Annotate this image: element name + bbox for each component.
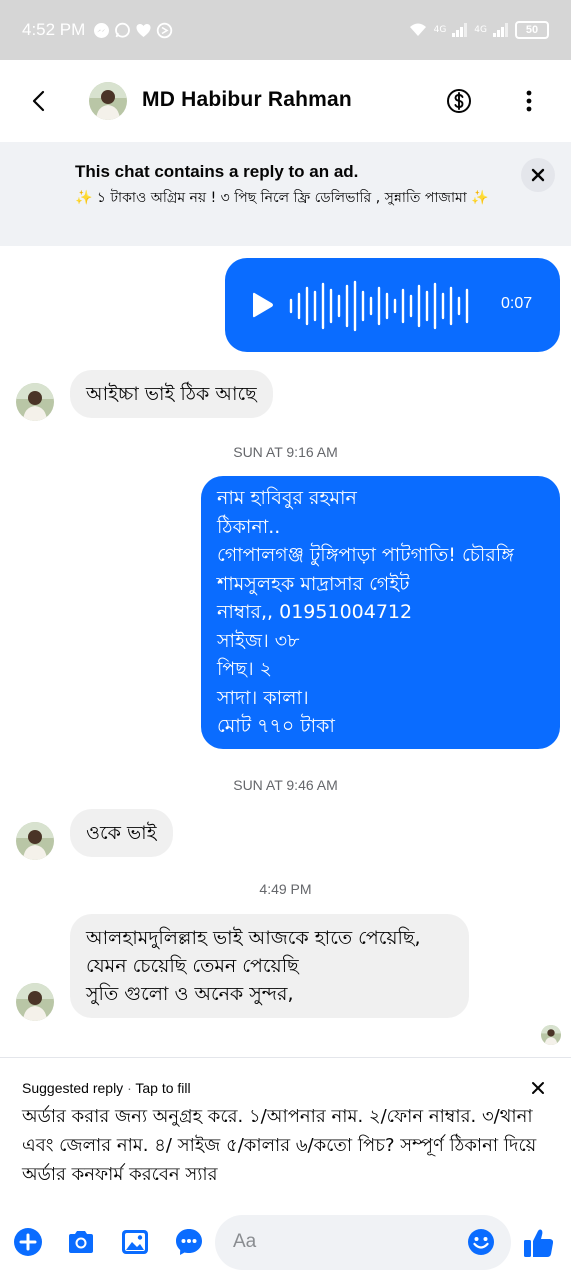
message-line: যেমন চেয়েছি তেমন পেয়েছি xyxy=(86,955,299,977)
messenger-icon xyxy=(93,22,110,39)
suggested-reply-label: Suggested reply xyxy=(22,1080,124,1096)
status-bar: 4:52 PM 4G 4G 50 xyxy=(0,0,571,60)
suggested-reply-text[interactable]: অর্ডার করার জন্য অনুগ্রহ করে. ১/আপনার না… xyxy=(22,1102,542,1189)
suggested-reply-panel[interactable]: Suggested reply · Tap to fill অর্ডার করা… xyxy=(0,1057,571,1200)
message-timestamp: SUN AT 9:16 AM xyxy=(233,444,338,460)
battery-indicator: 50 xyxy=(515,21,549,39)
voice-waveform xyxy=(289,280,469,332)
ad-banner-title: This chat contains a reply to an ad. xyxy=(75,162,359,181)
chat-header: MD Habibur Rahman xyxy=(0,60,571,142)
incoming-message[interactable]: আলহামদুলিল্লাহ ভাই আজকে হাতে পেয়েছি, যে… xyxy=(70,914,469,1018)
heart-shield-icon xyxy=(135,22,152,39)
chat-bubble-icon[interactable] xyxy=(174,1227,204,1257)
message-line: মোট ৭৭০ টাকা xyxy=(217,715,335,737)
message-line: গোপালগঞ্জ টুঙ্গিপাড়া পাটগাতি! চৌরঙ্গি xyxy=(217,544,514,566)
notification-icons xyxy=(93,22,173,39)
message-input[interactable]: Aa xyxy=(215,1215,511,1270)
more-vertical-icon[interactable] xyxy=(518,88,540,114)
message-line: আলহামদুলিল্লাহ ভাই আজকে হাতে পেয়েছি, xyxy=(86,927,421,949)
message-composer: Aa xyxy=(0,1200,571,1280)
ad-banner-close-button[interactable] xyxy=(521,158,555,192)
camera-icon[interactable] xyxy=(66,1227,96,1257)
network-label-2: 4G xyxy=(474,25,487,35)
message-timestamp: 4:49 PM xyxy=(259,881,312,897)
incoming-message[interactable]: আইচ্চা ভাই ঠিক আছে xyxy=(70,370,273,418)
separator: · xyxy=(127,1080,132,1096)
ad-banner-text: ✨ ১ টাকাও অগ্রিম নয় ! ৩ পিছ নিলে ফ্রি ড… xyxy=(75,190,489,206)
back-arrow-icon[interactable] xyxy=(26,88,52,114)
incoming-message[interactable]: ওকে ভাই xyxy=(70,809,173,857)
contact-name[interactable]: MD Habibur Rahman xyxy=(142,88,352,112)
emoji-icon[interactable] xyxy=(467,1228,495,1256)
message-line: নাম্বার,, 01951004712 xyxy=(217,601,413,623)
wifi-icon xyxy=(409,23,426,36)
thumbs-up-icon[interactable] xyxy=(522,1226,556,1260)
signal-icon-2 xyxy=(493,23,508,37)
message-input-placeholder: Aa xyxy=(233,1231,257,1252)
sender-avatar[interactable] xyxy=(16,383,54,421)
ad-reply-banner: This chat contains a reply to an ad. ✨ ১… xyxy=(0,142,571,246)
message-line: সাইজ। ৩৮ xyxy=(217,629,300,652)
dollar-icon[interactable] xyxy=(446,88,472,114)
voice-duration: 0:07 xyxy=(501,295,533,312)
contact-avatar[interactable] xyxy=(89,82,127,120)
message-line: নাম হাবিবুর রহমান xyxy=(217,487,357,509)
plus-icon[interactable] xyxy=(13,1227,43,1257)
status-time: 4:52 PM xyxy=(22,20,86,39)
voice-message-bubble[interactable]: 0:07 xyxy=(225,258,560,352)
message-line: ঠিকানা.. xyxy=(217,515,281,538)
sender-avatar[interactable] xyxy=(16,983,54,1021)
close-icon xyxy=(531,168,545,182)
message-line: সাদা। কালা। xyxy=(217,686,309,709)
network-label-1: 4G xyxy=(433,25,447,35)
signal-icon xyxy=(452,23,468,37)
whatsapp-icon xyxy=(114,22,131,39)
image-icon[interactable] xyxy=(120,1227,150,1257)
message-line: পিছ। ২ xyxy=(217,658,273,680)
message-timestamp: SUN AT 9:46 AM xyxy=(233,777,338,793)
suggested-reply-hint: Tap to fill xyxy=(135,1080,191,1096)
outgoing-message[interactable]: নাম হাবিবুর রহমান ঠিকানা.. গোপালগঞ্জ টুঙ… xyxy=(201,476,560,749)
suggested-reply-header: Suggested reply · Tap to fill xyxy=(22,1080,191,1096)
message-line: শামসুলহক মাদ্রাসার গেইট xyxy=(217,572,410,595)
data-saver-icon xyxy=(156,22,173,39)
sender-avatar[interactable] xyxy=(16,822,54,860)
play-icon[interactable] xyxy=(249,291,275,319)
message-line: সুতি গুলো ও অনেক সুন্দর, xyxy=(86,983,294,1005)
system-status: 4G 4G 50 xyxy=(408,21,549,39)
seen-receipt-avatar xyxy=(541,1025,561,1045)
close-icon[interactable] xyxy=(530,1080,546,1096)
